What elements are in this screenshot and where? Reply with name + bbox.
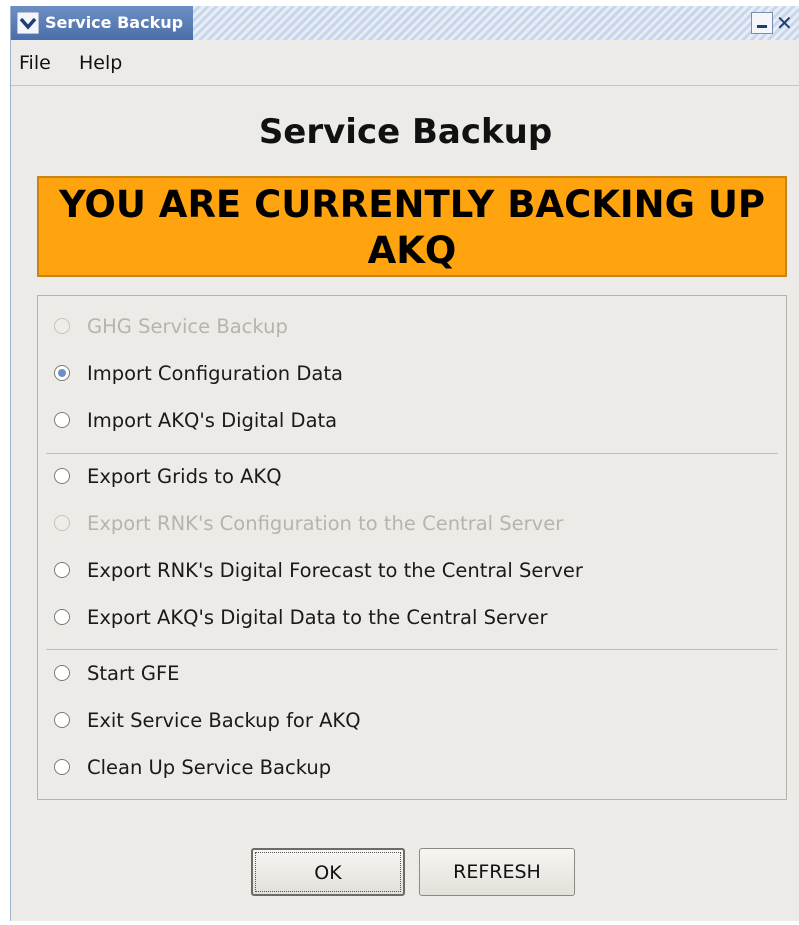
option-label: Import AKQ's Digital Data bbox=[87, 408, 338, 432]
page-title: Service Backup bbox=[258, 112, 553, 152]
title-bar[interactable]: Service Backup ✕ bbox=[11, 6, 799, 40]
option-import-digital-data[interactable]: Import AKQ's Digital Data bbox=[54, 405, 337, 435]
banner-line-1: YOU ARE CURRENTLY BACKING UP bbox=[58, 183, 766, 226]
option-export-rnk-configuration[interactable]: Export RNK's Configuration to the Centra… bbox=[54, 508, 563, 538]
option-label: Export Grids to AKQ bbox=[87, 464, 282, 488]
option-label: Start GFE bbox=[87, 661, 180, 685]
option-label: Import Configuration Data bbox=[87, 361, 343, 385]
option-exit-service-backup[interactable]: Exit Service Backup for AKQ bbox=[54, 705, 361, 735]
options-panel: GHG Service Backup Import Configuration … bbox=[37, 295, 787, 800]
option-export-rnk-digital-forecast[interactable]: Export RNK's Digital Forecast to the Cen… bbox=[54, 555, 583, 585]
radio-button[interactable] bbox=[54, 562, 70, 578]
refresh-button[interactable]: REFRESH bbox=[419, 848, 575, 896]
radio-button[interactable] bbox=[54, 609, 70, 625]
radio-button[interactable] bbox=[54, 665, 70, 681]
option-label: Exit Service Backup for AKQ bbox=[87, 708, 361, 732]
separator bbox=[46, 649, 778, 650]
separator bbox=[46, 453, 778, 454]
option-ghg-service-backup[interactable]: GHG Service Backup bbox=[54, 311, 288, 341]
ok-button[interactable]: OK bbox=[251, 848, 405, 896]
menu-file[interactable]: File bbox=[19, 52, 51, 74]
option-export-grids[interactable]: Export Grids to AKQ bbox=[54, 461, 282, 491]
option-label: GHG Service Backup bbox=[87, 314, 288, 338]
option-label: Export AKQ's Digital Data to the Central… bbox=[87, 605, 548, 629]
option-label: Export RNK's Configuration to the Centra… bbox=[87, 511, 564, 535]
radio-button[interactable] bbox=[54, 365, 70, 381]
radio-button[interactable] bbox=[54, 412, 70, 428]
radio-button[interactable] bbox=[54, 318, 70, 334]
chevron-down-icon[interactable] bbox=[17, 12, 39, 34]
option-start-gfe[interactable]: Start GFE bbox=[54, 658, 179, 688]
window-title: Service Backup bbox=[45, 13, 184, 32]
status-banner: YOU ARE CURRENTLY BACKING UP AKQ bbox=[37, 176, 787, 277]
radio-button[interactable] bbox=[54, 468, 70, 484]
option-label: Clean Up Service Backup bbox=[87, 755, 332, 779]
minimize-icon[interactable] bbox=[751, 12, 773, 34]
option-export-akq-digital-data[interactable]: Export AKQ's Digital Data to the Central… bbox=[54, 602, 548, 632]
close-icon[interactable]: ✕ bbox=[776, 12, 799, 34]
menu-bar: File Help bbox=[11, 40, 799, 86]
banner-line-2: AKQ bbox=[367, 229, 457, 272]
option-label: Export RNK's Digital Forecast to the Cen… bbox=[87, 558, 583, 582]
radio-button[interactable] bbox=[54, 712, 70, 728]
service-backup-window: Service Backup ✕ File Help Service Backu… bbox=[10, 6, 799, 921]
radio-button[interactable] bbox=[54, 759, 70, 775]
option-clean-up-service-backup[interactable]: Clean Up Service Backup bbox=[54, 752, 331, 782]
menu-help[interactable]: Help bbox=[79, 52, 122, 74]
radio-button[interactable] bbox=[54, 515, 70, 531]
option-import-configuration-data[interactable]: Import Configuration Data bbox=[54, 358, 343, 388]
title-block: Service Backup bbox=[11, 6, 194, 40]
